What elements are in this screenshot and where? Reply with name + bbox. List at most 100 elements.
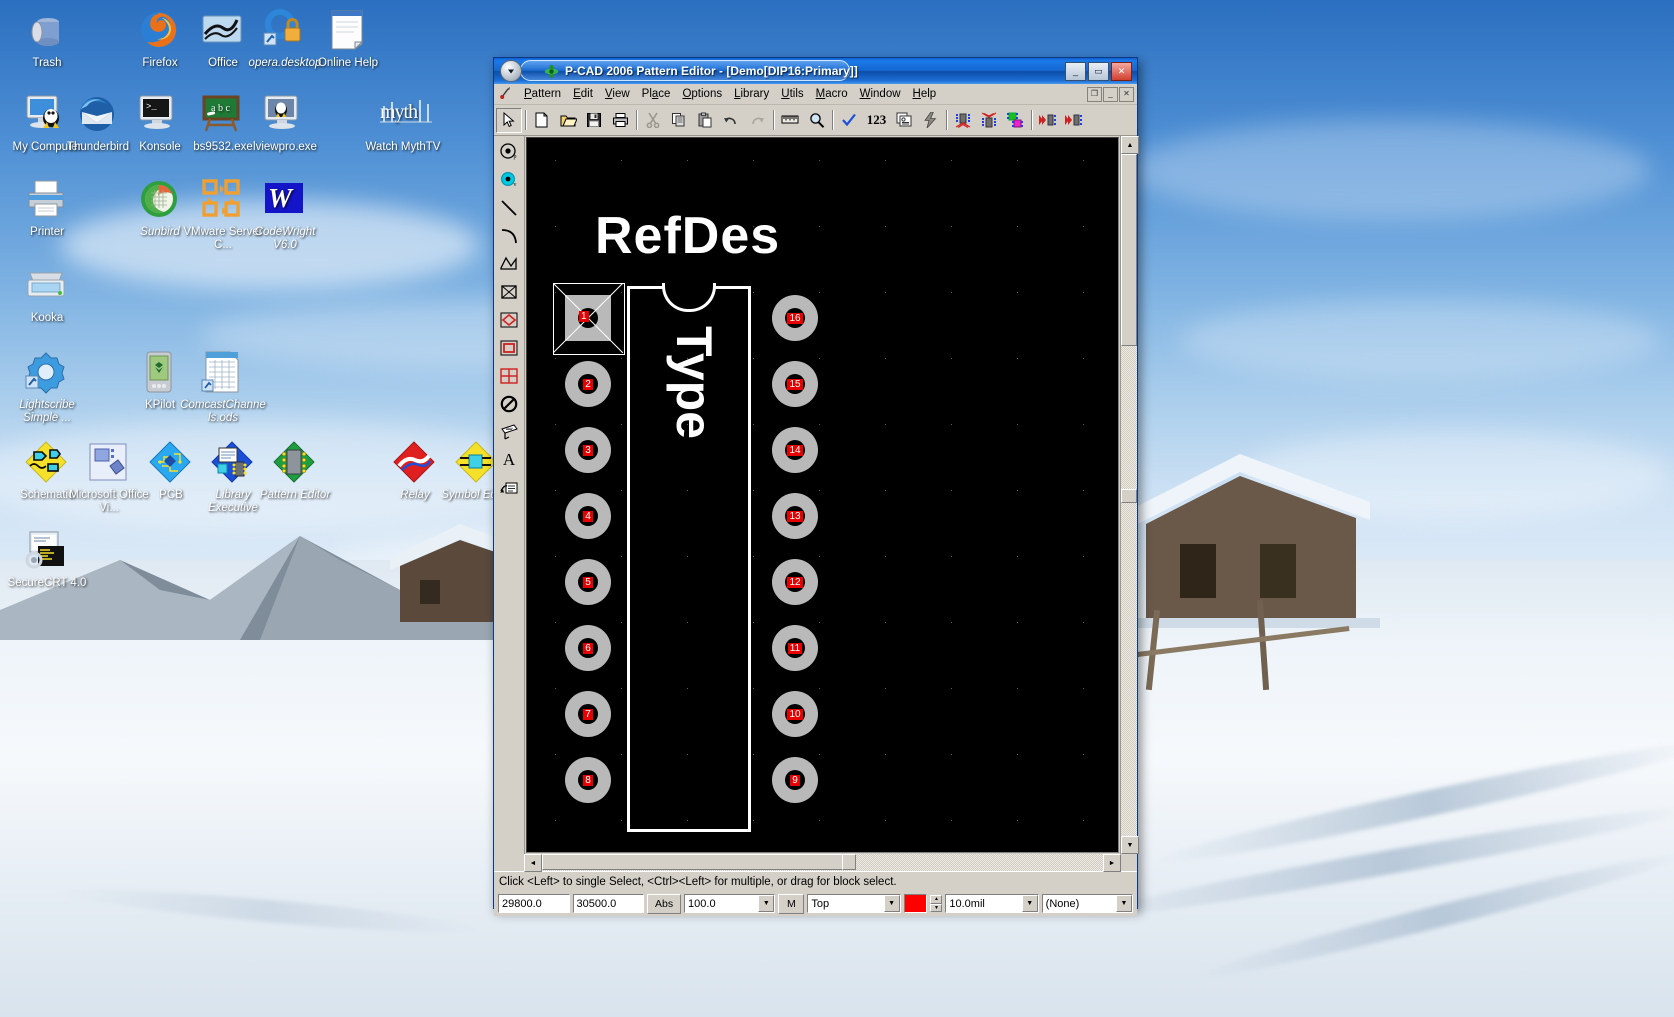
- place-keepout-tool[interactable]: [495, 390, 523, 417]
- pad-pin-16[interactable]: 16: [772, 295, 818, 341]
- pad-pin-9[interactable]: 9: [772, 757, 818, 803]
- y-coordinate-field[interactable]: 30500.0: [572, 894, 645, 913]
- place-detail-tool[interactable]: [495, 362, 523, 389]
- place-text-tool[interactable]: A: [495, 446, 523, 473]
- open-button[interactable]: [555, 107, 581, 133]
- menu-pattern[interactable]: Pattern: [518, 86, 567, 102]
- chevron-down-icon[interactable]: ▼: [758, 895, 775, 912]
- window-minimize-button[interactable]: _: [1065, 61, 1086, 81]
- pin-sequence-button[interactable]: [1035, 107, 1061, 133]
- new-button[interactable]: [529, 107, 555, 133]
- menu-options[interactable]: Options: [676, 86, 728, 102]
- copy-button[interactable]: [666, 107, 692, 133]
- pcad-pattern-editor-window[interactable]: P-CAD 2006 Pattern Editor - [Demo[DIP16:…: [493, 57, 1139, 916]
- pin-renumber-button[interactable]: [1061, 107, 1087, 133]
- net-combo[interactable]: (None) ▼: [1041, 894, 1133, 913]
- vertical-scroll-track[interactable]: [1121, 154, 1137, 836]
- pad-pin-7[interactable]: 7: [565, 691, 611, 737]
- mdi-restore-button[interactable]: ❐: [1087, 86, 1102, 102]
- type-text[interactable]: Type: [665, 326, 723, 439]
- scroll-up-button[interactable]: ▲: [1121, 136, 1139, 154]
- place-via-tool[interactable]: v: [495, 166, 523, 193]
- window-controls[interactable]: _ ▭ ✕: [1065, 61, 1132, 81]
- units-toggle-button[interactable]: M: [778, 893, 805, 914]
- place-arc-tool[interactable]: [495, 222, 523, 249]
- pad-pin-11[interactable]: 11: [772, 625, 818, 671]
- color-swatch-button[interactable]: [903, 894, 928, 913]
- menu-view[interactable]: View: [599, 86, 636, 102]
- desktop-icon-lviewpro[interactable]: lviewpro.exe: [242, 92, 328, 154]
- color-spinner[interactable]: ▲ ▼: [930, 895, 943, 912]
- paste-button[interactable]: [692, 107, 718, 133]
- spinner-up-button[interactable]: ▲: [930, 895, 943, 904]
- place-attribute-tool[interactable]: [495, 474, 523, 501]
- chevron-down-icon[interactable]: ▼: [1115, 895, 1132, 912]
- place-line-tool[interactable]: [495, 194, 523, 221]
- mdi-close-button[interactable]: ✕: [1119, 86, 1134, 102]
- desktop-icon-securecrt[interactable]: SecureCRT 4.0: [4, 528, 90, 590]
- desktop-icon-mythtv[interactable]: myth Watch MythTV: [360, 92, 446, 154]
- chevron-down-icon[interactable]: ▼: [1021, 895, 1038, 912]
- pad-pin-14[interactable]: 14: [772, 427, 818, 473]
- status-control-bar[interactable]: 29800.0 30500.0 Abs 100.0 ▼ M Top ▼ ▲ ▼ …: [494, 891, 1137, 916]
- place-pad-tool[interactable]: p: [495, 138, 523, 165]
- vertical-scrollbar[interactable]: ▲ ▼: [1120, 136, 1139, 854]
- grid-size-combo[interactable]: 100.0 ▼: [684, 894, 776, 913]
- absolute-relative-button[interactable]: Abs: [647, 893, 682, 914]
- menu-library[interactable]: Library: [728, 86, 775, 102]
- print-button[interactable]: [607, 107, 633, 133]
- menu-help[interactable]: Help: [907, 86, 943, 102]
- redo-button[interactable]: [744, 107, 770, 133]
- pad-pin-4[interactable]: 4: [565, 493, 611, 539]
- pattern-props-button[interactable]: [1002, 107, 1028, 133]
- refdes-text[interactable]: RefDes: [595, 206, 780, 266]
- pad-pin-6[interactable]: 6: [565, 625, 611, 671]
- horizontal-scroll-marker[interactable]: [842, 854, 856, 870]
- horizontal-scroll-thumb[interactable]: [542, 854, 844, 870]
- via-style-button[interactable]: [976, 107, 1002, 133]
- desktop-icon-lightscribe[interactable]: Lightscribe Simple ...: [4, 350, 90, 424]
- pad-pin-10[interactable]: 10: [772, 691, 818, 737]
- mdi-window-controls[interactable]: ❐ _ ✕: [1087, 86, 1137, 102]
- pad-pin-8[interactable]: 8: [565, 757, 611, 803]
- measure-button[interactable]: [777, 107, 803, 133]
- placement-palette[interactable]: p v A: [494, 136, 525, 854]
- pad-pin-15[interactable]: 15: [772, 361, 818, 407]
- pad-style-button[interactable]: [950, 107, 976, 133]
- spinner-down-button[interactable]: ▼: [930, 903, 943, 912]
- place-rect-tool[interactable]: [495, 278, 523, 305]
- zoom-button[interactable]: [803, 107, 829, 133]
- x-coordinate-field[interactable]: 29800.0: [498, 894, 570, 913]
- line-width-combo[interactable]: 10.0mil ▼: [945, 894, 1039, 913]
- cad-canvas-container[interactable]: RefDes Type 1 2 3 4 5 6 7 8 16 15 14 13 12 11 10 9: [526, 137, 1119, 853]
- report-button[interactable]: [891, 107, 917, 133]
- layer-combo[interactable]: Top ▼: [807, 894, 901, 913]
- place-ref-point-tool[interactable]: [495, 334, 523, 361]
- desktop-icon-pattern-editor[interactable]: Pattern Editor: [252, 440, 338, 502]
- window-title-bar[interactable]: P-CAD 2006 Pattern Editor - [Demo[DIP16:…: [494, 58, 1137, 84]
- desktop-icon-printer[interactable]: Printer: [4, 177, 90, 239]
- pad-pin-12[interactable]: 12: [772, 559, 818, 605]
- pad-pin-5[interactable]: 5: [565, 559, 611, 605]
- scroll-right-button[interactable]: ►: [1103, 854, 1121, 872]
- cut-button[interactable]: [640, 107, 666, 133]
- desktop-icon-trash[interactable]: Trash: [4, 8, 90, 70]
- chevron-down-icon[interactable]: ▼: [883, 895, 900, 912]
- desktop-icon-comcast-ods[interactable]: ComcastChannels.ods: [180, 350, 266, 424]
- menu-bar[interactable]: Pattern Edit View Place Options Library …: [494, 84, 1137, 105]
- menu-macro[interactable]: Macro: [810, 86, 854, 102]
- main-toolbar[interactable]: 123: [494, 105, 1137, 136]
- menu-place[interactable]: Place: [636, 86, 677, 102]
- vertical-scroll-marker[interactable]: [1121, 489, 1137, 503]
- window-maximize-button[interactable]: ▭: [1088, 61, 1109, 81]
- place-pattern-tool[interactable]: [495, 306, 523, 333]
- desktop-icon-codewright[interactable]: W CodeWright V6.0: [242, 177, 328, 251]
- pad-pin-2[interactable]: 2: [565, 361, 611, 407]
- horizontal-scrollbar[interactable]: ◄ ►: [524, 854, 1137, 872]
- desktop-icon-kooka[interactable]: Kooka: [4, 263, 90, 325]
- pad-pin-3[interactable]: 3: [565, 427, 611, 473]
- mdi-minimize-button[interactable]: _: [1103, 86, 1118, 102]
- select-arrow-button[interactable]: [496, 107, 522, 133]
- horizontal-scroll-track[interactable]: [542, 854, 1103, 871]
- cad-canvas[interactable]: RefDes Type 1 2 3 4 5 6 7 8 16 15 14 13 12 11 10 9: [527, 138, 1118, 852]
